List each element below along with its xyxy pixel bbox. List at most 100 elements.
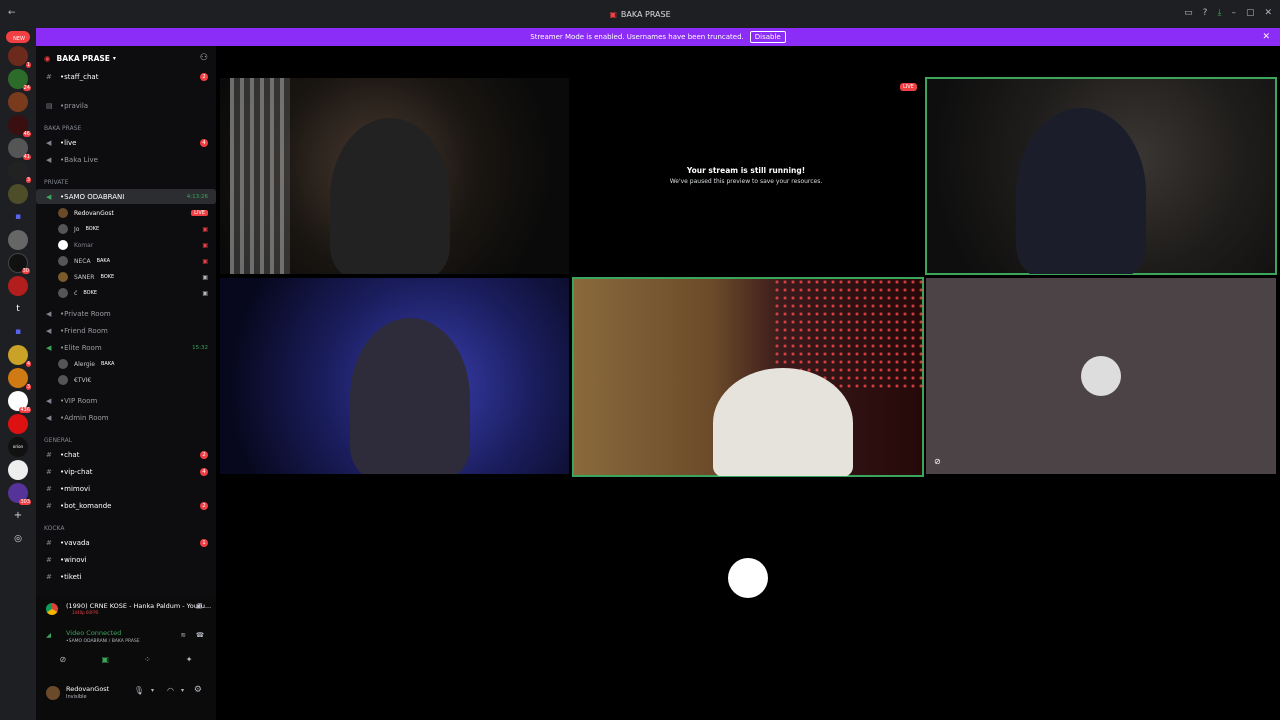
server-logo-icon: ▣	[609, 9, 617, 19]
channel-winovi[interactable]: # •winovi	[36, 552, 216, 567]
video-tile[interactable]	[220, 278, 569, 474]
server-icon[interactable]: 41	[8, 138, 31, 160]
server-icon[interactable]	[8, 276, 28, 296]
banner-text: Streamer Mode is enabled. Usernames have…	[530, 33, 744, 41]
server-icon[interactable]: orion	[8, 437, 28, 457]
chevron-down-icon[interactable]: ▾	[151, 687, 154, 694]
hash-icon: #	[46, 538, 52, 547]
category-baka-prase[interactable]: BAKA PRASE	[44, 125, 81, 132]
voice-channel-admin-room[interactable]: ◀ •Admin Room	[36, 410, 216, 425]
close-banner-icon[interactable]: ✕	[1262, 32, 1270, 42]
video-tile[interactable]	[925, 77, 1277, 275]
server-icon[interactable]: 46	[8, 115, 31, 137]
channel-staff-chat[interactable]: # •staff_chat 2	[36, 69, 216, 84]
server-folder-icon[interactable]: ▪	[8, 207, 28, 227]
server-badge-icon: ◉	[44, 53, 51, 63]
screen-share-icon[interactable]: ▣	[101, 655, 109, 669]
voice-user[interactable]: NECA BAKA ▣	[58, 254, 218, 268]
minimize-icon[interactable]: –	[1231, 8, 1236, 18]
voice-channel-private-room[interactable]: ◀ •Private Room	[36, 306, 216, 321]
disable-button[interactable]: Disable	[749, 31, 786, 43]
server-icon[interactable]: 4	[8, 345, 31, 367]
voice-channel-vip-room[interactable]: ◀ •VIP Room	[36, 393, 216, 408]
server-icon[interactable]: 30	[8, 253, 30, 274]
activities-icon[interactable]: ⁘	[144, 655, 151, 669]
video-icon: ▣	[202, 241, 208, 249]
inbox-icon[interactable]: ▭	[1184, 8, 1193, 18]
avatar	[58, 359, 68, 369]
avatar	[58, 256, 68, 266]
live-badge: LIVE	[900, 83, 917, 91]
call-stage: Your stream is still running! We've paus…	[216, 46, 1280, 720]
help-icon[interactable]: ?	[1203, 8, 1208, 18]
add-server-icon[interactable]: +	[8, 506, 28, 526]
channel-vavada[interactable]: # •vavada 1	[36, 535, 216, 550]
back-arrow-icon[interactable]: ←	[8, 8, 16, 18]
voice-channel-elite-room[interactable]: ◀ •Elite Room 15:32	[36, 340, 216, 355]
stop-stream-icon[interactable]: ▣	[196, 602, 202, 610]
speaker-icon: ◀	[46, 155, 52, 164]
server-folder-icon[interactable]: ▪	[8, 322, 28, 342]
voice-user[interactable]: Alergie BAKA	[58, 357, 218, 371]
activity-row[interactable]: (1990) CRNE KOSE - Hanka Paldum - YouTu.…	[36, 601, 216, 619]
camera-off-icon[interactable]: ⊘	[60, 655, 67, 669]
voice-timer: 4:13:26	[186, 193, 208, 200]
channel-vip-chat[interactable]: # •vip-chat 4	[36, 464, 216, 479]
category-kocka[interactable]: KOCKA	[44, 525, 64, 532]
server-icon[interactable]	[8, 460, 28, 480]
voice-user[interactable]: RedovanGost LIVE	[58, 206, 218, 220]
soundboard-icon[interactable]: ✦	[186, 655, 193, 669]
mic-icon[interactable]: 🎙	[134, 686, 144, 695]
server-icon[interactable]: 3	[8, 368, 31, 390]
channel-live[interactable]: ◀ •live 4	[36, 135, 216, 150]
streamer-mode-banner: Streamer Mode is enabled. Usernames have…	[36, 28, 1280, 46]
server-header[interactable]: ◉ BAKA PRASE ▾ ⚇	[36, 46, 216, 70]
download-icon[interactable]: ⤓	[1217, 8, 1221, 18]
channel-chat[interactable]: # •chat 2	[36, 447, 216, 462]
channel-baka-live[interactable]: ◀ •Baka Live	[36, 152, 216, 167]
server-icon[interactable]: 1	[8, 46, 31, 68]
noise-suppression-icon[interactable]: ≋	[181, 631, 186, 639]
server-icon[interactable]: 24	[8, 69, 31, 91]
category-general[interactable]: GENERAL	[44, 437, 72, 444]
voice-user[interactable]: ć BOKE ▣	[58, 286, 218, 300]
voice-user[interactable]: SANER BOKE ▣	[58, 270, 218, 284]
disconnect-icon[interactable]: ☎	[196, 631, 204, 639]
channel-mimovi[interactable]: # •mimovi	[36, 481, 216, 496]
category-private[interactable]: PRIVATE	[44, 179, 68, 186]
hash-icon: #	[46, 467, 52, 476]
server-icon[interactable]: NEW	[6, 31, 30, 43]
hash-icon: #	[46, 572, 52, 581]
server-icon[interactable]: t	[8, 299, 28, 319]
video-tile[interactable]	[572, 277, 924, 477]
voice-user[interactable]: €TVI€	[58, 373, 218, 387]
channel-bot-komande[interactable]: # •bot_komande 2	[36, 498, 216, 513]
server-icon[interactable]	[8, 230, 28, 250]
server-icon[interactable]	[8, 184, 28, 204]
speaker-icon: ◀	[46, 396, 52, 405]
channel-pravila[interactable]: ▤ •pravila	[36, 98, 216, 113]
voice-channel-friend-room[interactable]: ◀ •Friend Room	[36, 323, 216, 338]
avatar	[58, 272, 68, 282]
voice-user[interactable]: Jo BOKE ▣	[58, 222, 218, 236]
server-icon[interactable]: 436	[8, 391, 31, 413]
server-icon[interactable]	[8, 92, 28, 112]
avatar[interactable]	[46, 686, 60, 700]
headset-icon[interactable]: ◠	[167, 686, 174, 695]
audio-only-tile[interactable]: ⊘	[926, 278, 1276, 474]
channel-tiketi[interactable]: # •tiketi	[36, 569, 216, 584]
live-badge: LIVE	[191, 210, 208, 216]
chevron-down-icon[interactable]: ▾	[181, 687, 184, 694]
settings-gear-icon[interactable]: ⚙	[194, 685, 202, 695]
discover-icon[interactable]: ◎	[8, 529, 28, 549]
add-member-icon[interactable]: ⚇	[200, 53, 208, 63]
server-icon[interactable]: 3	[8, 161, 31, 183]
voice-user[interactable]: Komar ▣	[58, 238, 218, 252]
maximize-icon[interactable]: ▢	[1246, 8, 1255, 18]
voice-channel-samo-odabrani[interactable]: ◀ •SAMO ODABRANI 4:13:26	[36, 189, 216, 204]
participant-avatar	[1081, 356, 1121, 396]
video-tile[interactable]	[220, 78, 569, 274]
close-window-icon[interactable]: ✕	[1264, 8, 1272, 18]
server-icon[interactable]	[8, 414, 28, 434]
server-icon[interactable]: 303	[8, 483, 31, 505]
